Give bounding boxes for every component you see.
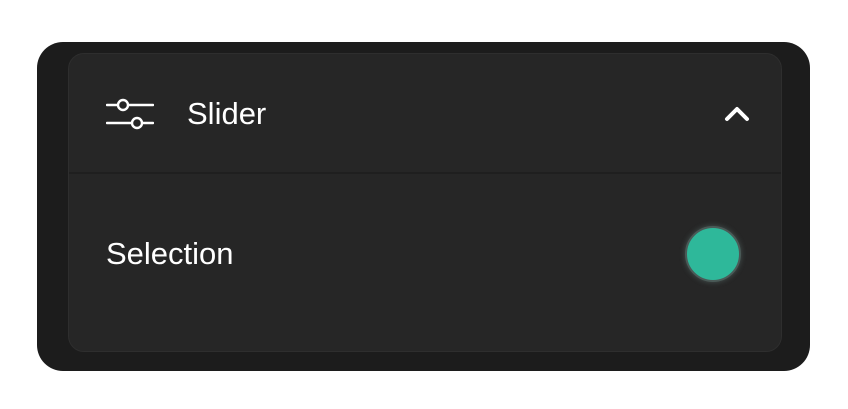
panel-title: Slider	[187, 96, 267, 131]
selection-label: Selection	[106, 236, 234, 271]
chevron-up-icon[interactable]	[723, 103, 751, 125]
selection-knob[interactable]	[685, 226, 741, 282]
sliders-icon	[106, 98, 154, 130]
panel-header[interactable]: Slider	[69, 54, 781, 174]
panel-body: Selection	[69, 174, 781, 351]
panel-frame: Slider Selection	[37, 42, 810, 371]
slider-panel: Slider Selection	[68, 53, 782, 352]
